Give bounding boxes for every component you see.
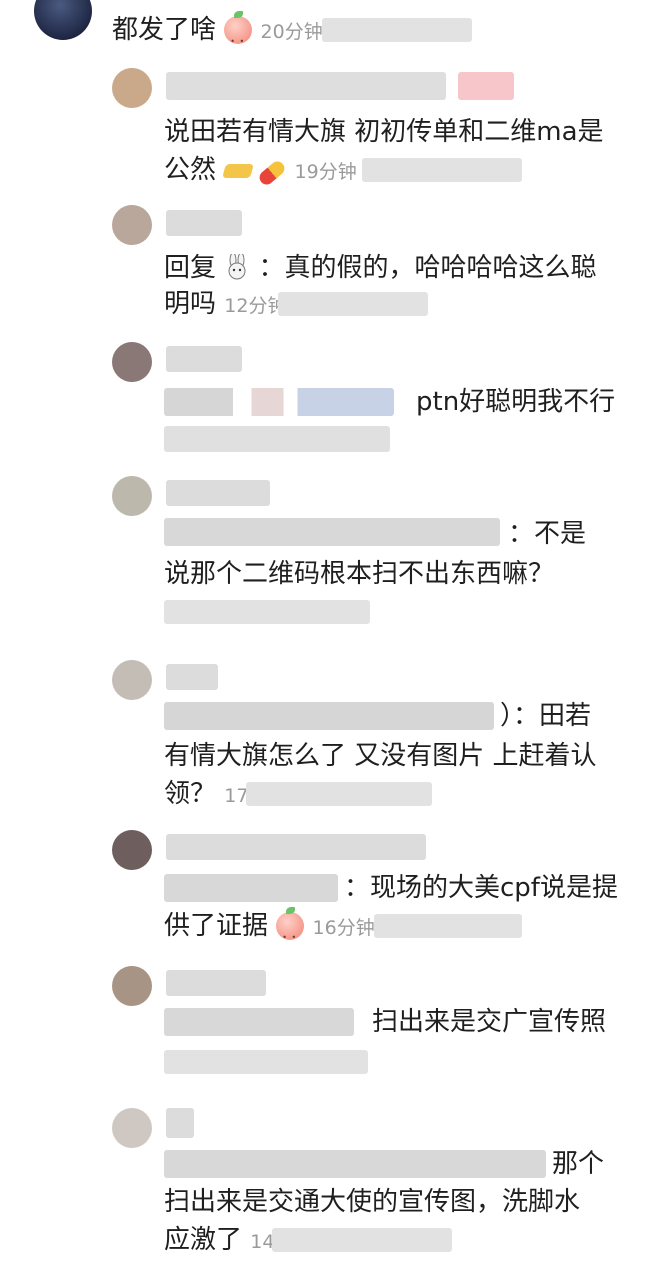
comment-time: 14 — [250, 1231, 275, 1253]
comment-text: ）：田若 — [500, 701, 592, 731]
comment-text: 回复 ：真的假的，哈哈哈哈这么聪 — [164, 253, 597, 283]
blurred-reply-target — [164, 702, 494, 730]
blurred-region — [272, 1228, 452, 1252]
peach-emoji — [276, 907, 305, 956]
blurred-reply-target — [164, 518, 500, 546]
comment-text: 扫出来是交广宣传照 — [372, 1007, 607, 1037]
blurred-username — [166, 664, 218, 690]
avatar[interactable] — [34, 0, 92, 40]
bunny-emoji — [228, 254, 246, 280]
blurred-username — [166, 210, 242, 236]
comment-time: 19分钟 — [294, 161, 357, 183]
blurred-badge — [458, 72, 514, 100]
blurred-region — [362, 158, 522, 182]
comment-text: 领？ 17 — [164, 779, 249, 809]
blurred-region — [374, 914, 522, 938]
comment-text: ：现场的大美cpf说是提 — [344, 873, 618, 903]
comment-text: 供了证据 16分钟 — [164, 907, 375, 956]
blurred-region — [322, 18, 472, 42]
blurred-reply-target — [164, 1008, 354, 1036]
blurred-username — [166, 834, 426, 860]
blurred-region — [164, 600, 370, 624]
comment-text: 应激了 14 — [164, 1225, 275, 1255]
comment-text: 明吗 12分钟 — [164, 289, 287, 319]
comment-text: 说田若有情大旗 初初传单和二维ma是 — [164, 117, 604, 147]
blurred-reply-target — [164, 1150, 546, 1178]
comment-text: ptn好聪明我不行 — [416, 387, 616, 417]
blurred-username — [166, 1108, 194, 1138]
comment-text: 都发了啥 20分钟 — [112, 11, 323, 60]
avatar[interactable] — [112, 660, 152, 700]
comment-text: 说那个二维码根本扫不出东西嘛？ — [164, 559, 555, 589]
avatar[interactable] — [112, 205, 152, 245]
avatar[interactable] — [112, 1108, 152, 1148]
blurred-username — [166, 970, 266, 996]
blurred-region — [164, 1050, 368, 1074]
comment-time: 16分钟 — [312, 917, 375, 939]
blurred-username — [166, 346, 242, 372]
peach-emoji — [224, 11, 253, 60]
comment-text: 公然 19分钟 — [164, 152, 357, 190]
comment-time: 17 — [224, 785, 249, 807]
butter-emoji — [222, 164, 255, 178]
blurred-reply-target — [164, 388, 394, 416]
blurred-reply-target — [164, 874, 338, 902]
blurred-region — [164, 426, 390, 452]
comment-text: 有情大旗怎么了 又没有图片 上赶着认 — [164, 741, 597, 771]
pill-emoji — [257, 158, 288, 188]
blurred-region — [246, 782, 432, 806]
blurred-username — [166, 72, 446, 100]
avatar[interactable] — [112, 966, 152, 1006]
comment-time: 20分钟 — [260, 21, 323, 43]
avatar[interactable] — [112, 830, 152, 870]
comment-text: 扫出来是交通大使的宣传图，洗脚水 — [164, 1187, 581, 1217]
blurred-region — [278, 292, 428, 316]
avatar[interactable] — [112, 342, 152, 382]
comment-text: 那个 — [552, 1149, 605, 1179]
avatar[interactable] — [112, 68, 152, 108]
avatar[interactable] — [112, 476, 152, 516]
blurred-username — [166, 480, 270, 506]
comment-text: ：不是 — [508, 519, 587, 549]
